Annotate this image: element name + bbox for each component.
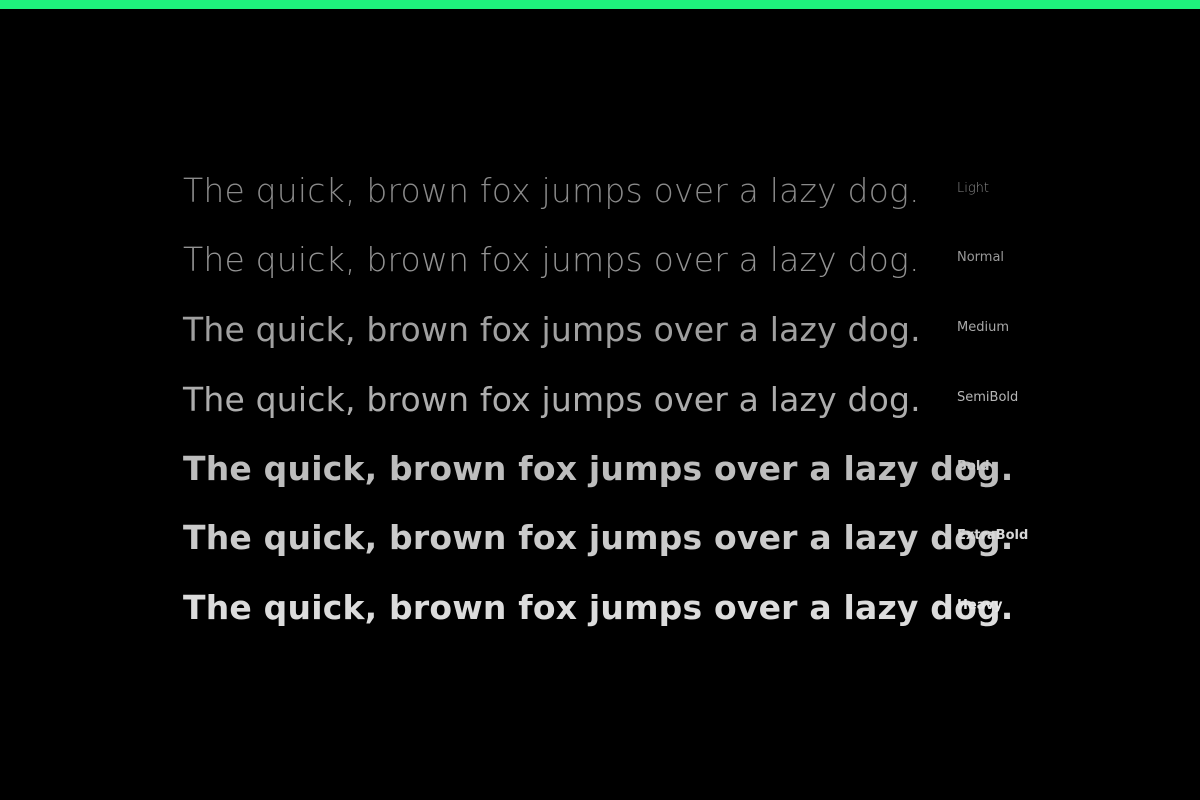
- weight-label-bold: Bold: [957, 459, 990, 474]
- weight-label-extrabold: ExtraBold: [957, 528, 1029, 543]
- weight-label-semibold: SemiBold: [957, 390, 1019, 405]
- sample-text-semibold: The quick, brown fox jumps over a lazy d…: [183, 380, 921, 419]
- specimen-row-bold: The quick, brown fox jumps over a lazy d…: [0, 449, 1200, 519]
- sample-text-extrabold: The quick, brown fox jumps over a lazy d…: [183, 518, 1014, 557]
- specimen-row-extrabold: The quick, brown fox jumps over a lazy d…: [0, 518, 1200, 588]
- sample-text-heavy: The quick, brown fox jumps over a lazy d…: [183, 588, 1014, 627]
- weight-label-light: Light: [957, 181, 989, 196]
- type-specimen: The quick, brown fox jumps over a lazy d…: [0, 0, 1200, 800]
- specimen-row-semibold: The quick, brown fox jumps over a lazy d…: [0, 380, 1200, 450]
- weight-label-normal: Normal: [957, 250, 1005, 265]
- specimen-row-light: The quick, brown fox jumps over a lazy d…: [0, 171, 1200, 241]
- specimen-row-medium: The quick, brown fox jumps over a lazy d…: [0, 310, 1200, 380]
- sample-text-light: The quick, brown fox jumps over a lazy d…: [183, 171, 920, 210]
- sample-text-normal: The quick, brown fox jumps over a lazy d…: [183, 240, 920, 279]
- sample-text-medium: The quick, brown fox jumps over a lazy d…: [183, 310, 921, 349]
- specimen-row-heavy: The quick, brown fox jumps over a lazy d…: [0, 588, 1200, 658]
- specimen-row-normal: The quick, brown fox jumps over a lazy d…: [0, 240, 1200, 310]
- sample-text-bold: The quick, brown fox jumps over a lazy d…: [183, 449, 1014, 488]
- weight-label-medium: Medium: [957, 320, 1009, 335]
- weight-label-heavy: Heavy: [957, 598, 1003, 613]
